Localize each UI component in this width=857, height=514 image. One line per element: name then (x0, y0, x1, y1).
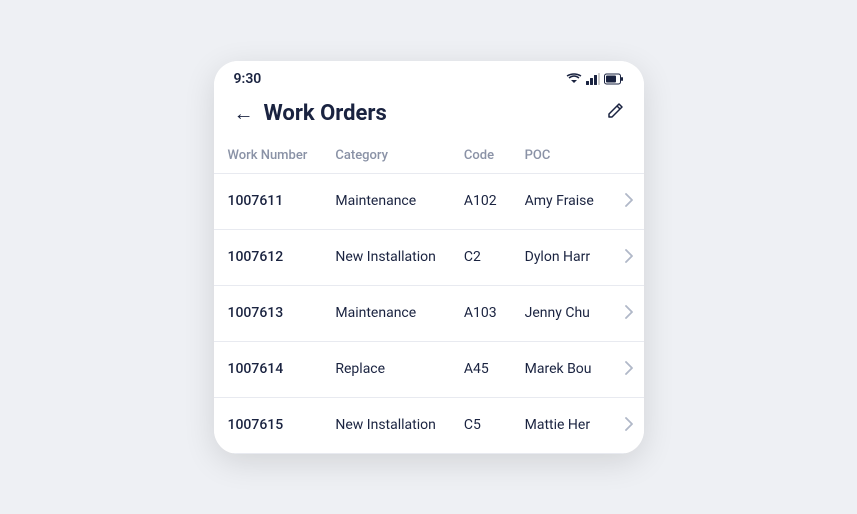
cell-poc: Amy Fraise (511, 173, 611, 229)
table-header: Work Number Category Code POC (214, 138, 644, 174)
cell-work-number: 1007613 (214, 285, 322, 341)
cell-poc: Mattie Her (511, 397, 611, 453)
table-row[interactable]: 1007611MaintenanceA102Amy Fraise (214, 173, 644, 229)
cell-work-number: 1007611 (214, 173, 322, 229)
cell-poc: Dylon Harr (511, 229, 611, 285)
battery-icon (604, 73, 624, 85)
table-container: Work Number Category Code POC 1007611Mai… (214, 138, 644, 454)
back-button[interactable]: ← (234, 101, 254, 126)
cell-work-number: 1007612 (214, 229, 322, 285)
cell-category: New Installation (321, 229, 450, 285)
cell-chevron (611, 173, 644, 229)
edit-button[interactable] (606, 102, 624, 125)
header: ← Work Orders (214, 93, 644, 138)
cell-chevron (611, 341, 644, 397)
wifi-icon (566, 73, 582, 85)
status-time: 9:30 (234, 71, 262, 87)
cell-category: Replace (321, 341, 450, 397)
cell-poc: Jenny Chu (511, 285, 611, 341)
work-orders-table: Work Number Category Code POC 1007611Mai… (214, 138, 644, 454)
table-row[interactable]: 1007615New InstallationC5Mattie Her (214, 397, 644, 453)
cell-code: A45 (450, 341, 511, 397)
phone-container: 9:30 ← Wor (214, 61, 644, 454)
cell-poc: Marek Bou (511, 341, 611, 397)
header-left: ← Work Orders (234, 101, 387, 126)
col-header-category: Category (321, 138, 450, 174)
table-row[interactable]: 1007613MaintenanceA103Jenny Chu (214, 285, 644, 341)
cell-code: C5 (450, 397, 511, 453)
cell-chevron (611, 397, 644, 453)
status-icons (566, 73, 624, 85)
edit-icon (606, 102, 624, 120)
page-title: Work Orders (264, 101, 387, 126)
cell-chevron (611, 229, 644, 285)
cell-chevron (611, 285, 644, 341)
signal-icon (586, 73, 600, 85)
cell-category: New Installation (321, 397, 450, 453)
cell-category: Maintenance (321, 285, 450, 341)
table-row[interactable]: 1007614ReplaceA45Marek Bou (214, 341, 644, 397)
col-header-action (611, 138, 644, 174)
table-row[interactable]: 1007612New InstallationC2Dylon Harr (214, 229, 644, 285)
cell-code: A102 (450, 173, 511, 229)
status-bar: 9:30 (214, 61, 644, 93)
cell-work-number: 1007615 (214, 397, 322, 453)
col-header-work-number: Work Number (214, 138, 322, 174)
cell-code: C2 (450, 229, 511, 285)
table-body: 1007611MaintenanceA102Amy Fraise1007612N… (214, 173, 644, 453)
cell-code: A103 (450, 285, 511, 341)
cell-work-number: 1007614 (214, 341, 322, 397)
col-header-code: Code (450, 138, 511, 174)
col-header-poc: POC (511, 138, 611, 174)
cell-category: Maintenance (321, 173, 450, 229)
